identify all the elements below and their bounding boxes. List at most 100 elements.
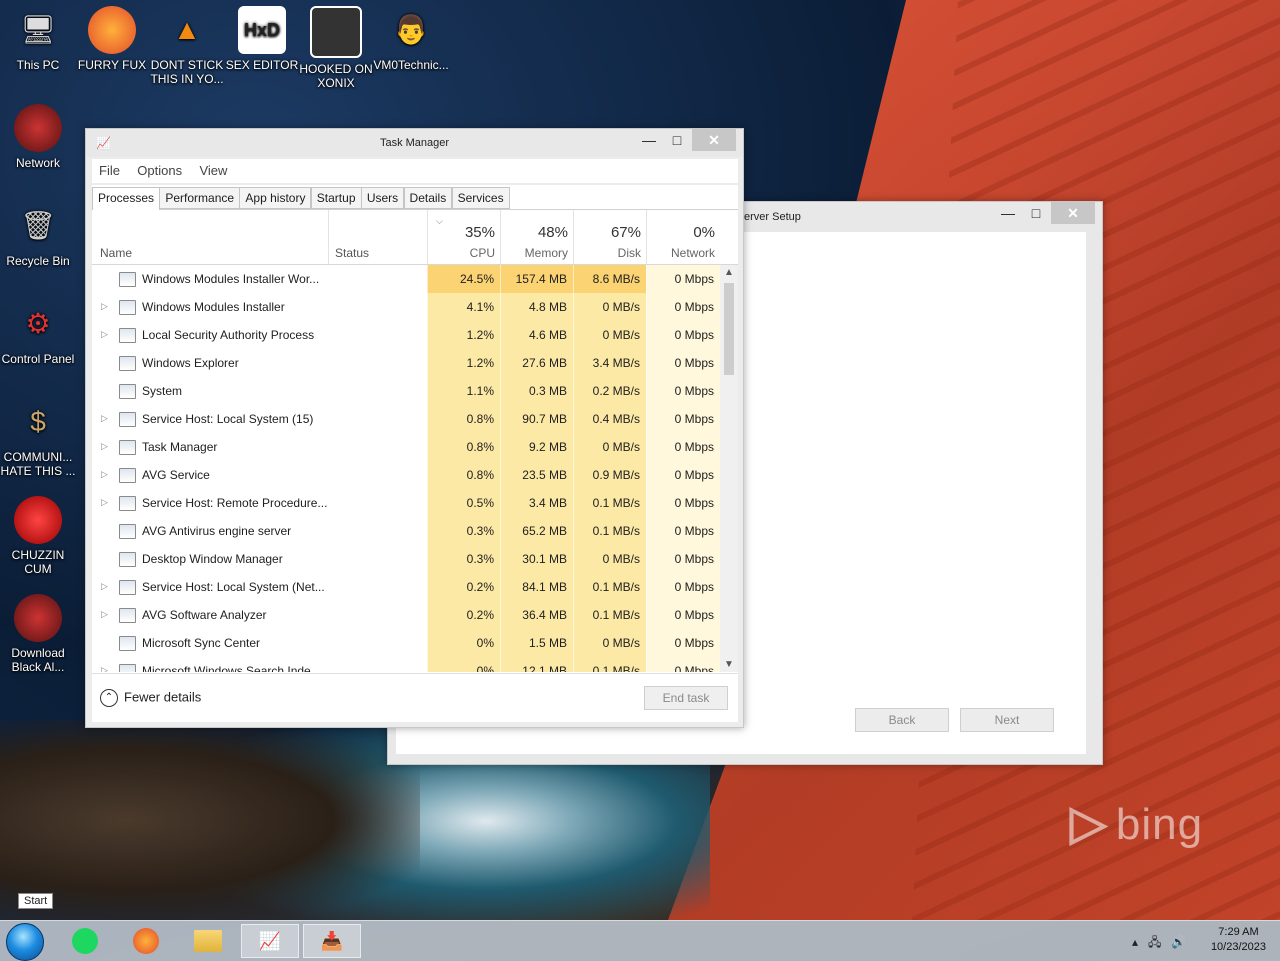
desktop-icon-vm0technic[interactable]: 👨 VM0Technic... (373, 6, 449, 73)
process-name: Service Host: Local System (Net... (142, 580, 325, 594)
desktop-icon-dont-stick[interactable]: ▲ DONT STICK THIS IN YO... (149, 6, 225, 87)
desktop-icon-control-panel[interactable]: ⚙ Control Panel (0, 300, 76, 367)
tab-app-history[interactable]: App history (239, 187, 312, 209)
process-row[interactable]: ▷ Windows Modules Installer 4.1% 4.8 MB 0 MB… (92, 293, 720, 321)
next-button[interactable]: Next (960, 708, 1054, 732)
process-row[interactable]: ▷ Local Security Authority Process 1.2% 4.6… (92, 321, 720, 349)
vertical-scrollbar[interactable]: ▲ ▼ (720, 265, 738, 672)
desktop-icon-label: COMMUNI... HATE THIS ... (0, 450, 76, 478)
expand-chevron-icon[interactable]: ▷ (101, 469, 108, 480)
close-button[interactable]: ✕ (692, 129, 736, 151)
volume-icon[interactable]: 🔊 (1171, 935, 1196, 949)
process-row[interactable]: System 1.1% 0.3 MB 0.2 MB/s 0 Mbps (92, 377, 720, 405)
expand-chevron-icon[interactable]: ▷ (101, 413, 108, 424)
start-button[interactable] (6, 923, 44, 961)
process-cpu-cell: 0.2% (427, 573, 500, 601)
process-row[interactable]: Windows Explorer 1.2% 27.6 MB 3.4 MB/s 0 Mbp… (92, 349, 720, 377)
tab-processes[interactable]: Processes (92, 187, 161, 211)
scroll-up-icon[interactable]: ▲ (724, 267, 734, 278)
minimize-button[interactable]: — (995, 202, 1021, 224)
taskbar-task-manager[interactable]: 📈 (241, 924, 299, 958)
process-network-cell: 0 Mbps (646, 405, 720, 433)
process-row[interactable]: Windows Modules Installer Wor... 24.5% 157… (92, 265, 720, 293)
expand-chevron-icon[interactable]: ▷ (101, 609, 108, 620)
desktop-icon-label: VM0Technic... (373, 58, 449, 72)
process-cpu-cell: 0.3% (427, 517, 500, 545)
tab-services[interactable]: Services (451, 187, 510, 209)
show-hidden-icons-icon[interactable]: ▴ (1132, 935, 1148, 949)
column-network[interactable]: 0% Network (646, 210, 721, 264)
desktop-icon-this-pc[interactable]: 🖥 This PC (0, 6, 76, 73)
network-tray-icon[interactable]: 🖧 (1148, 935, 1171, 949)
column-memory[interactable]: 48% Memory (500, 210, 574, 264)
desktop-icon-communi[interactable]: $ COMMUNI... HATE THIS ... (0, 398, 76, 479)
desktop-icon-network[interactable]: Network (0, 104, 76, 170)
process-memory-cell: 12.1 MB (500, 657, 573, 672)
desktop-icon-recycle-bin[interactable]: 🗑 Recycle Bin (0, 202, 76, 269)
firefox-icon (133, 928, 159, 954)
process-disk-cell: 0.1 MB/s (573, 573, 646, 601)
task-manager-titlebar[interactable]: 📈 Task Manager — □ ✕ (86, 129, 743, 157)
scrollbar-thumb[interactable] (724, 283, 734, 375)
process-disk-cell: 0 MB/s (573, 545, 646, 573)
menu-file[interactable]: File (92, 159, 127, 182)
back-button[interactable]: Back (855, 708, 949, 732)
process-row[interactable]: ▷ AVG Service 0.8% 23.5 MB 0.9 MB/s 0 Mbps (92, 461, 720, 489)
task-manager-window[interactable]: 📈 Task Manager — □ ✕ File Options View P… (85, 128, 744, 728)
process-memory-cell: 65.2 MB (500, 517, 573, 545)
taskbar-spotify[interactable] (56, 924, 114, 958)
column-name[interactable]: Name (100, 246, 132, 260)
minimize-button[interactable]: — (636, 129, 662, 151)
desktop-icon-furry-fux[interactable]: FURRY FUX (74, 6, 150, 72)
tab-details[interactable]: Details (403, 187, 453, 209)
column-status[interactable]: Status (328, 210, 429, 264)
process-row[interactable]: ▷ Service Host: Local System (Net... 0.2% 8… (92, 573, 720, 601)
process-row[interactable]: Desktop Window Manager 0.3% 30.1 MB 0 MB/s 0… (92, 545, 720, 573)
process-row[interactable]: ▷ Microsoft Windows Search Inde... 0% 12.1 … (92, 657, 720, 672)
process-disk-cell: 0.1 MB/s (573, 517, 646, 545)
end-task-button[interactable]: End task (644, 686, 728, 710)
process-row[interactable]: ▷ AVG Software Analyzer 0.2% 36.4 MB 0.1 MB/… (92, 601, 720, 629)
close-button[interactable]: ✕ (1051, 202, 1095, 224)
maximize-button[interactable]: □ (664, 129, 690, 151)
expand-chevron-icon[interactable]: ▷ (101, 497, 108, 508)
task-manager-icon: 📈 (258, 930, 282, 951)
expand-chevron-icon[interactable]: ▷ (101, 665, 108, 672)
process-row[interactable]: ▷ Service Host: Remote Procedure... 0.5% 3.… (92, 489, 720, 517)
scroll-down-icon[interactable]: ▼ (724, 659, 734, 670)
process-disk-cell: 0.2 MB/s (573, 377, 646, 405)
fewer-details-label: Fewer details (124, 689, 202, 705)
process-name: Windows Explorer (142, 356, 239, 370)
expand-chevron-icon[interactable]: ▷ (101, 581, 108, 592)
clock[interactable]: 7:29 AM 10/23/2023 (1211, 925, 1266, 955)
column-cpu[interactable]: 35% CPU (427, 210, 501, 264)
process-row[interactable]: Microsoft Sync Center 0% 1.5 MB 0 MB/s 0 Mbp… (92, 629, 720, 657)
maximize-button[interactable]: □ (1023, 202, 1049, 224)
process-icon (119, 468, 136, 483)
expand-chevron-icon[interactable]: ▷ (101, 441, 108, 452)
taskbar-firefox[interactable] (117, 924, 175, 958)
process-row[interactable]: ▷ Service Host: Local System (15) 0.8% 90.7… (92, 405, 720, 433)
fewer-details-button[interactable]: ⌃ Fewer details (100, 689, 201, 707)
tab-startup[interactable]: Startup (310, 187, 362, 209)
menu-options[interactable]: Options (130, 159, 189, 182)
tab-performance[interactable]: Performance (159, 187, 241, 209)
taskbar-file-explorer[interactable] (179, 924, 237, 958)
expand-chevron-icon[interactable]: ▷ (101, 301, 108, 312)
process-icon (119, 552, 136, 567)
disk-total-percent: 67% (610, 224, 641, 241)
desktop-icon-chuzzin[interactable]: CHUZZIN CUM (0, 496, 76, 576)
desktop-icon-hooked-on-xonix[interactable]: HOOKED ON XONIX (298, 6, 374, 90)
tab-users[interactable]: Users (360, 187, 405, 209)
process-disk-cell: 0.4 MB/s (573, 405, 646, 433)
menu-view[interactable]: View (192, 159, 234, 182)
desktop-icon-download[interactable]: Download Black Al... (0, 594, 76, 674)
process-icon (119, 496, 136, 511)
process-row[interactable]: ▷ Task Manager 0.8% 9.2 MB 0 MB/s 0 Mbps (92, 433, 720, 461)
process-name: Desktop Window Manager (142, 552, 283, 566)
column-disk[interactable]: 67% Disk (573, 210, 647, 264)
expand-chevron-icon[interactable]: ▷ (101, 329, 108, 340)
desktop-icon-sex-editor[interactable]: HxD SEX EDITOR (224, 6, 300, 72)
process-row[interactable]: AVG Antivirus engine server 0.3% 65.2 MB 0.… (92, 517, 720, 545)
taskbar-setup[interactable]: 📥 (303, 924, 361, 958)
